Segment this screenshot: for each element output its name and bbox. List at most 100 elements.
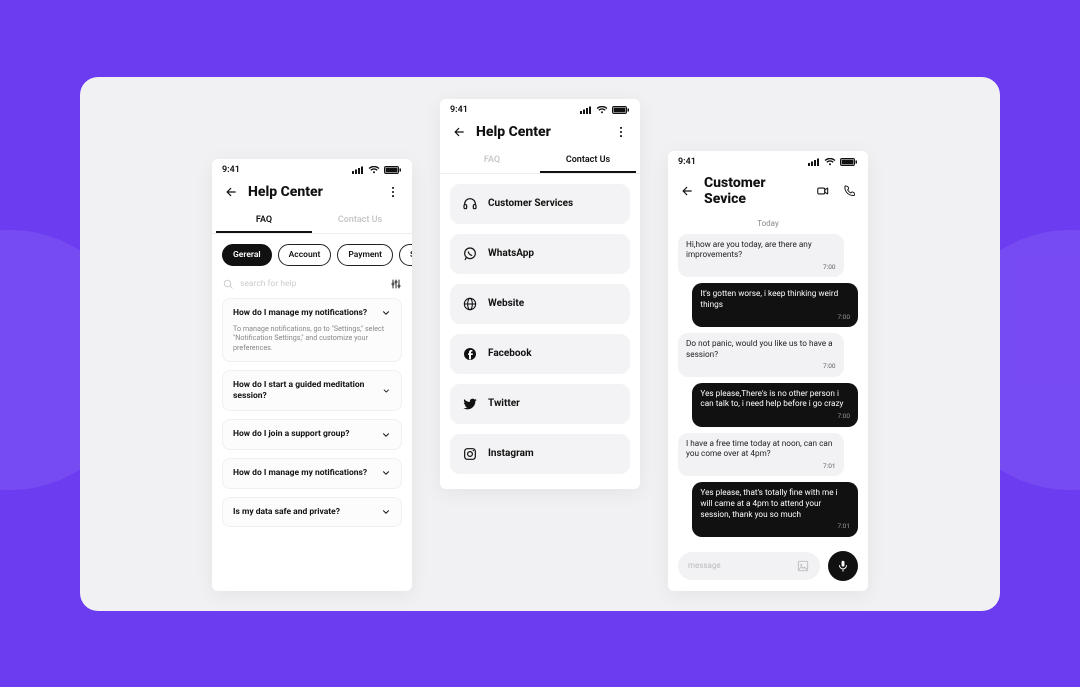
chat-text: I have a free time today at noon, can ca… (686, 439, 836, 460)
battery-icon (612, 106, 630, 114)
contact-twitter[interactable]: Twitter (450, 384, 630, 424)
chat-bubble-received: Do not panic, would you like us to have … (678, 333, 844, 377)
image-attach-icon[interactable] (796, 559, 810, 573)
contact-label: Twitter (488, 398, 520, 409)
contact-list: Customer Services WhatsApp Website Faceb… (440, 174, 640, 484)
page-title: Help Center (476, 124, 604, 140)
contact-instagram[interactable]: Instagram (450, 434, 630, 474)
chevron-down-icon (381, 507, 391, 517)
chevron-down-icon (381, 468, 391, 478)
contact-label: Customer Services (488, 198, 573, 209)
contact-whatsapp[interactable]: WhatsApp (450, 234, 630, 274)
chevron-down-icon (381, 308, 391, 318)
page-title: Customer Sevice (704, 175, 806, 207)
chat-input[interactable]: message (678, 552, 820, 580)
chat-text: Hi,how are you today, are there any impr… (686, 240, 836, 261)
chat-date-label: Today (668, 215, 868, 234)
arrow-left-icon (224, 185, 238, 199)
tabs: FAQ Contact Us (440, 149, 640, 174)
faq-item[interactable]: How do I start a guided meditation sessi… (222, 370, 402, 411)
facebook-icon (462, 346, 478, 362)
status-time: 9:41 (678, 157, 696, 167)
chip-service[interactable]: Servic (399, 244, 412, 266)
faq-question: Is my data safe and private? (233, 507, 340, 518)
mic-button[interactable] (828, 551, 858, 581)
chat-bubble-received: I have a free time today at noon, can ca… (678, 433, 844, 477)
chat-body[interactable]: Hi,how are you today, are there any impr… (668, 234, 868, 541)
battery-icon (840, 158, 858, 166)
tab-faq[interactable]: FAQ (216, 209, 312, 233)
signal-icon (580, 106, 592, 114)
chat-text: Yes please,There's is no other person i … (700, 389, 850, 410)
video-icon (816, 184, 830, 198)
page-title: Help Center (248, 184, 376, 200)
phone-icon (842, 184, 856, 198)
back-button[interactable] (450, 123, 468, 141)
status-bar: 9:41 (668, 151, 868, 169)
contact-facebook[interactable]: Facebook (450, 334, 630, 374)
chip-general[interactable]: Gereral (222, 244, 272, 266)
app-header: Help Center (440, 117, 640, 149)
tab-faq[interactable]: FAQ (444, 149, 540, 173)
contact-website[interactable]: Website (450, 284, 630, 324)
call-button[interactable] (840, 182, 858, 200)
status-time: 9:41 (222, 165, 240, 175)
more-button[interactable] (612, 123, 630, 141)
faq-item[interactable]: How do I join a support group? (222, 419, 402, 450)
chat-input-placeholder: message (688, 561, 721, 570)
contact-label: Instagram (488, 448, 534, 459)
search-row[interactable]: search for help (212, 274, 412, 298)
tab-contact-us[interactable]: Contact Us (312, 209, 408, 233)
arrow-left-icon (452, 125, 466, 139)
search-icon (222, 278, 234, 290)
screen-customer-service-chat: 9:41 Customer Sevice Today Hi,how are yo… (668, 151, 868, 591)
contact-label: WhatsApp (488, 248, 534, 259)
chat-bubble-sent: Yes please, that's totally fine with me … (692, 482, 858, 536)
chat-bubble-sent: It's gotten worse, i keep thinking weird… (692, 283, 858, 327)
globe-icon (462, 296, 478, 312)
chat-text: Do not panic, would you like us to have … (686, 339, 836, 360)
contact-label: Facebook (488, 348, 532, 359)
wifi-icon (824, 158, 836, 166)
screen-help-faq: 9:41 Help Center FAQ Contact Us Gereral … (212, 159, 412, 591)
faq-item[interactable]: Is my data safe and private? (222, 497, 402, 528)
signal-icon (352, 166, 364, 174)
twitter-icon (462, 396, 478, 412)
faq-question: How do I manage my notifications? (233, 308, 367, 319)
more-vertical-icon (386, 185, 400, 199)
back-button[interactable] (678, 182, 696, 200)
search-placeholder: search for help (240, 279, 384, 289)
wifi-icon (368, 166, 380, 174)
chat-text: It's gotten worse, i keep thinking weird… (700, 289, 850, 310)
chip-payment[interactable]: Payment (337, 244, 393, 266)
faq-question: How do I join a support group? (233, 429, 349, 440)
signal-icon (808, 158, 820, 166)
status-icons (808, 158, 858, 166)
chat-time: 7:00 (686, 362, 836, 370)
showcase-canvas: 9:41 Help Center FAQ Contact Us Gereral … (80, 77, 1000, 611)
tab-contact-us[interactable]: Contact Us (540, 149, 636, 173)
faq-list: How do I manage my notifications? To man… (212, 298, 412, 538)
chat-time: 7:00 (686, 263, 836, 271)
chat-time: 7:00 (700, 313, 850, 321)
video-call-button[interactable] (814, 182, 832, 200)
chevron-down-icon (382, 386, 391, 396)
more-button[interactable] (384, 183, 402, 201)
faq-item[interactable]: How do I manage my notifications? To man… (222, 298, 402, 363)
app-header: Customer Sevice (668, 169, 868, 215)
more-vertical-icon (614, 125, 628, 139)
status-icons (352, 166, 402, 174)
filter-icon[interactable] (390, 278, 402, 290)
chip-account[interactable]: Account (278, 244, 332, 266)
back-button[interactable] (222, 183, 240, 201)
contact-label: Website (488, 298, 524, 309)
tabs: FAQ Contact Us (212, 209, 412, 234)
status-bar: 9:41 (212, 159, 412, 177)
mic-icon (836, 559, 850, 573)
chat-time: 7:00 (700, 412, 850, 420)
faq-item[interactable]: How do I manage my notifications? (222, 458, 402, 489)
arrow-left-icon (680, 184, 694, 198)
contact-customer-services[interactable]: Customer Services (450, 184, 630, 224)
faq-answer: To manage notifications, go to "Settings… (233, 324, 391, 352)
chat-bubble-sent: Yes please,There's is no other person i … (692, 383, 858, 427)
